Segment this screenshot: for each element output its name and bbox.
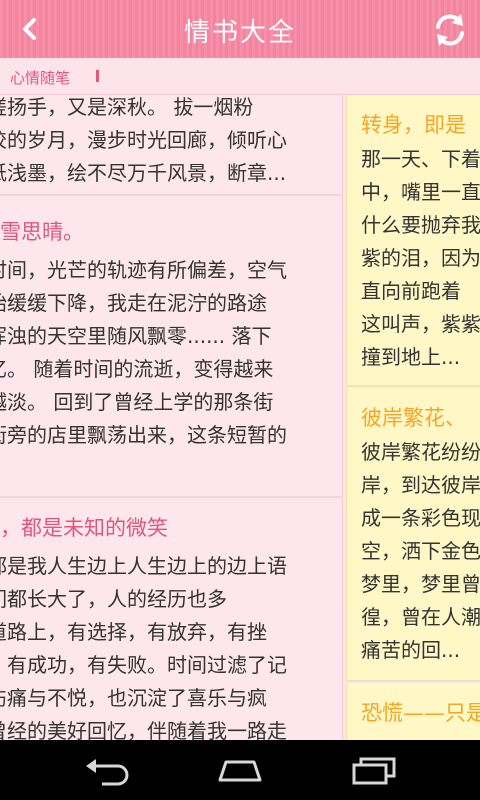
article-card[interactable]: 彼岸繁花、 彼岸繁花纷纷 岸，到达彼岸 成一条彩色现 空，洒下金色 梦里，梦里曾… (346, 388, 480, 682)
article-card[interactable]: ，都是未知的微笑 都是我人生边上人生边上的边上语 们都长大了，人的经历也多 道路… (0, 498, 343, 740)
category-tab-mood-essay[interactable]: 心情随笔 (10, 67, 70, 88)
app-header: 情书大全 (0, 0, 480, 58)
article-card[interactable]: 转身，即是 那一天、下着 中，嘴里一直 什么要抛弃我 紫的泪，因为 直向前跑着 … (346, 95, 480, 387)
article-title: 雪思晴。 (0, 220, 84, 244)
article-excerpt: 蹉扬手，又是深秋。 拔一烟粉 皎的岁月，漫步时光回廊，倾听心 纸浅墨，绘不尽万千… (0, 95, 287, 185)
refresh-button[interactable] (430, 10, 470, 50)
article-card[interactable]: 雪思晴。 时间，光芒的轨迹有所偏差，空气 始缓缓下降，我走在泥泞的路途 浑浊的天… (0, 196, 343, 498)
article-card[interactable]: 蹉扬手，又是深秋。 拔一烟粉 皎的岁月，漫步时光回廊，倾听心 纸浅墨，绘不尽万千… (0, 95, 343, 196)
home-icon (218, 760, 262, 782)
article-title: 转身，即是 (361, 113, 466, 137)
page-title: 情书大全 (183, 18, 296, 48)
nav-recent-apps-button[interactable] (348, 754, 400, 786)
article-excerpt: 时间，光芒的轨迹有所偏差，空气 始缓缓下降，我走在泥泞的路途 浑浊的天空里随风飘… (0, 258, 287, 447)
right-column[interactable]: 转身，即是 那一天、下着 中，嘴里一直 什么要抛弃我 紫的泪，因为 直向前跑着 … (346, 95, 480, 740)
category-bar: 心情随笔 (0, 58, 480, 95)
article-excerpt: 那一天、下着 中，嘴里一直 什么要抛弃我 紫的泪，因为 直向前跑着 这叫声，紫紫… (361, 147, 480, 369)
article-excerpt: 彼岸繁花纷纷 岸，到达彼岸 成一条彩色现 空，洒下金色 梦里，梦里曾 徨，曾在人… (361, 440, 480, 662)
tab-indicator (96, 70, 99, 82)
nav-home-button[interactable] (214, 754, 266, 786)
system-navigation-bar (0, 740, 480, 800)
back-arrow-icon (86, 759, 129, 786)
recent-apps-icon (352, 757, 396, 785)
nav-back-button[interactable] (82, 754, 134, 786)
article-title: 彼岸繁花、 (361, 406, 466, 430)
article-title: ，都是未知的微笑 (0, 516, 168, 540)
article-card[interactable]: 恐慌——只是 (346, 683, 480, 740)
article-title: 恐慌——只是 (361, 701, 480, 725)
article-excerpt: 都是我人生边上人生边上的边上语 们都长大了，人的经历也多 道路上，有选择，有放弃… (0, 554, 287, 740)
refresh-icon (436, 14, 464, 46)
left-column[interactable]: 蹉扬手，又是深秋。 拔一烟粉 皎的岁月，漫步时光回廊，倾听心 纸浅墨，绘不尽万千… (0, 95, 344, 740)
content-area[interactable]: 蹉扬手，又是深秋。 拔一烟粉 皎的岁月，漫步时光回廊，倾听心 纸浅墨，绘不尽万千… (0, 95, 480, 740)
